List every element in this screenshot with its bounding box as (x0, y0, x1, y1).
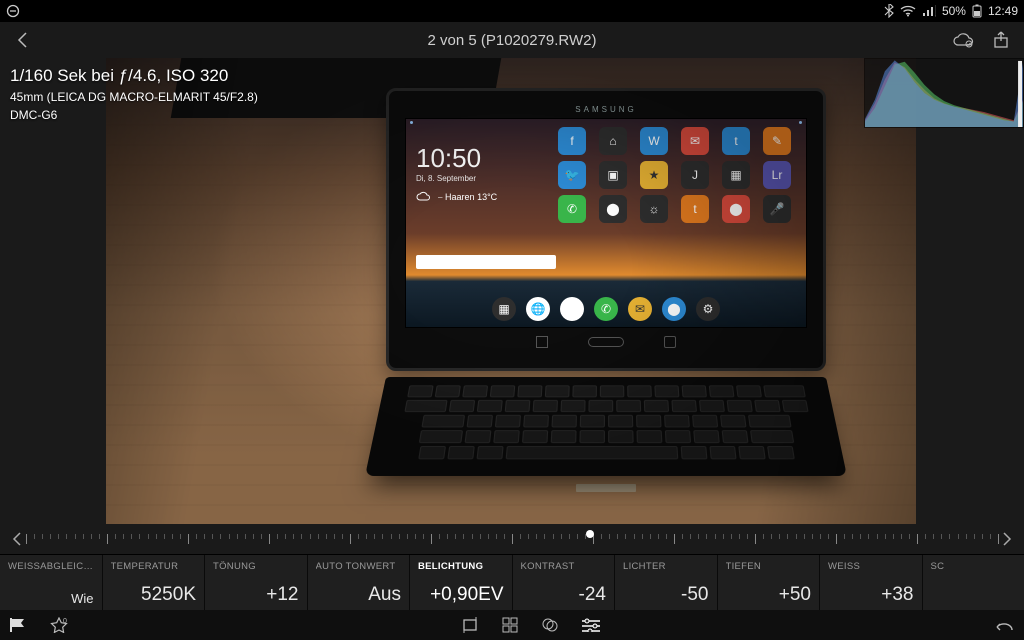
param-value: 5250K (111, 584, 197, 606)
photo-viewer[interactable]: SAMSUNG 10:50 Di, 8. September ⎯ Haaren … (0, 58, 1024, 524)
ruler-right-arrow[interactable] (998, 532, 1016, 546)
param-black[interactable]: SC (922, 555, 1024, 610)
param-value: Wie (8, 591, 94, 606)
tablet-recent-btn (536, 336, 548, 348)
adjust-icon[interactable] (581, 618, 601, 632)
crop-icon[interactable] (461, 616, 479, 634)
cloud-sync-icon[interactable] (952, 32, 974, 48)
ruler-left-arrow[interactable] (8, 532, 26, 546)
battery-icon (972, 4, 982, 18)
param-temp[interactable]: TEMPERATUR 5250K (102, 555, 205, 610)
histogram[interactable] (864, 58, 1024, 128)
page-title: 2 von 5 (P1020279.RW2) (104, 32, 920, 49)
undo-icon[interactable] (994, 618, 1014, 632)
share-icon[interactable] (992, 31, 1010, 49)
ruler-marker[interactable] (586, 530, 594, 538)
clock: 12:49 (988, 4, 1018, 18)
param-label: TEMPERATUR (111, 561, 197, 572)
param-label: AUTO TONWERT (316, 561, 402, 572)
param-value: +0,90EV (418, 584, 504, 606)
param-contrast[interactable]: KONTRAST -24 (512, 555, 615, 610)
app-topbar: 2 von 5 (P1020279.RW2) (0, 22, 1024, 58)
notification-icon (6, 4, 20, 18)
param-white[interactable]: WEISS +38 (819, 555, 922, 610)
photo-surface[interactable]: SAMSUNG 10:50 Di, 8. September ⎯ Haaren … (106, 58, 916, 524)
param-label: WEISS (828, 561, 914, 572)
exif-overlay: 1/160 Sek bei ƒ/4.6, ISO 320 45mm (LEICA… (10, 66, 258, 122)
tablet-date: Di, 8. September (416, 174, 481, 183)
develop-params: WEISSABGLEICH… Wie TEMPERATUR 5250K TÖNUNG +1… (0, 554, 1024, 610)
param-label: LICHTER (623, 561, 709, 572)
param-label: BELICHTUNG (418, 561, 504, 572)
param-tint[interactable]: TÖNUNG +12 (204, 555, 307, 610)
tablet-home-btn (588, 337, 624, 347)
exif-exposure: 1/160 Sek bei ƒ/4.6, ISO 320 (10, 66, 258, 86)
wifi-icon (900, 5, 916, 17)
tablet-app-grid: f⌂W✉t✎ 🐦▣★J▦Lr ✆⬤☼t⬤🎤 (558, 127, 798, 223)
param-autotone[interactable]: AUTO TONWERT Aus (307, 555, 410, 610)
flag-icon[interactable] (10, 618, 28, 632)
param-wb[interactable]: WEISSABGLEICH… Wie (0, 555, 102, 610)
signal-icon (922, 5, 936, 17)
android-statusbar: 50% 12:49 (0, 0, 1024, 22)
adjust-ruler-row (0, 524, 1024, 554)
star-rating-icon[interactable]: 0 (50, 617, 68, 633)
bottom-toolbar: 0 (0, 610, 1024, 640)
svg-text:0: 0 (63, 618, 67, 625)
tablet-dock: ▦🌐▶✆✉⬤⚙ (406, 297, 806, 321)
param-label: TÖNUNG (213, 561, 299, 572)
param-exposure[interactable]: BELICHTUNG +0,90EV (409, 555, 512, 610)
exif-camera: DMC-G6 (10, 108, 258, 122)
presets-icon[interactable] (501, 616, 519, 634)
color-icon[interactable] (541, 616, 559, 634)
param-value: Aus (316, 584, 402, 606)
tablet-brand: SAMSUNG (405, 105, 807, 114)
param-value: +12 (213, 584, 299, 606)
param-label: TIEFEN (726, 561, 812, 572)
param-label: SC (931, 561, 1017, 572)
tablet-clock: 10:50 (416, 143, 481, 174)
param-shad[interactable]: TIEFEN +50 (717, 555, 820, 610)
param-value: -24 (521, 584, 607, 606)
param-value: +50 (726, 584, 812, 606)
battery-pct: 50% (942, 4, 966, 18)
param-label: KONTRAST (521, 561, 607, 572)
back-icon[interactable] (14, 31, 32, 49)
adjust-ruler[interactable] (26, 530, 998, 548)
exif-lens: 45mm (LEICA DG MACRO-ELMARIT 45/F2.8) (10, 90, 258, 104)
param-value: +38 (828, 584, 914, 606)
param-high[interactable]: LICHTER -50 (614, 555, 717, 610)
tablet-back-btn (664, 336, 676, 348)
param-value: -50 (623, 584, 709, 606)
bluetooth-icon (884, 4, 894, 18)
tablet-search-bar (416, 255, 556, 269)
tablet-keyboard (365, 377, 847, 476)
param-label: WEISSABGLEICH… (8, 561, 94, 572)
